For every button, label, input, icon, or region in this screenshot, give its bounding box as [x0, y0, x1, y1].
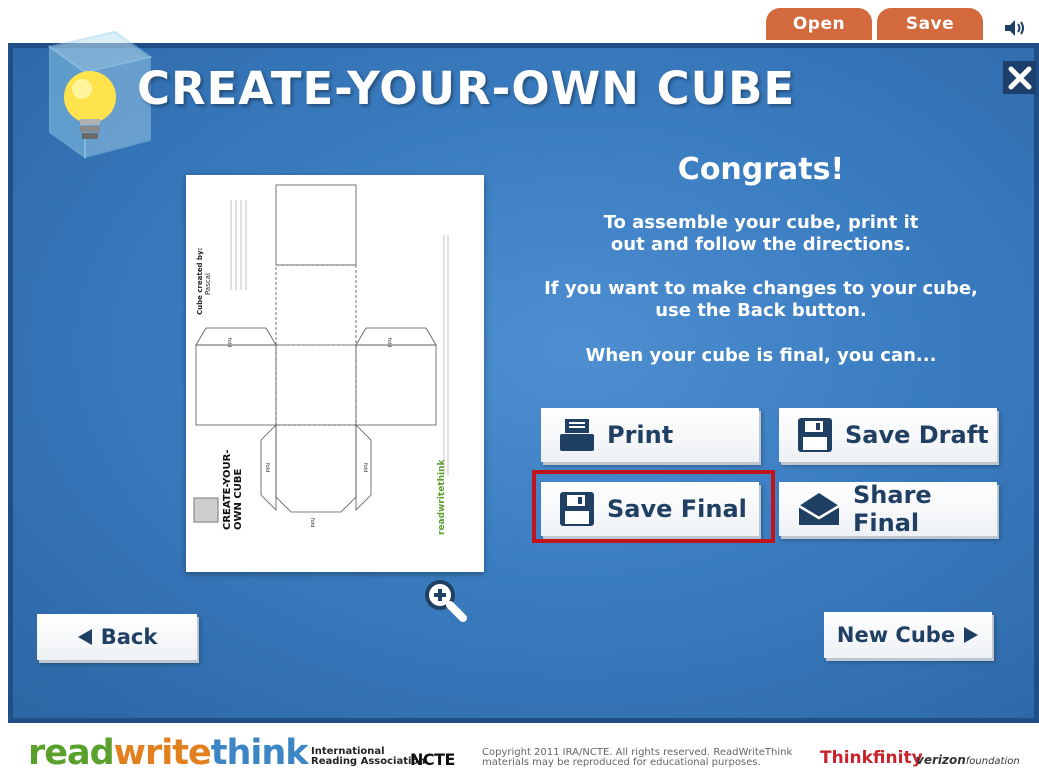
- floppy-disk-icon: [798, 418, 832, 452]
- close-icon: [1008, 66, 1031, 89]
- envelope-icon: [798, 493, 840, 525]
- open-tab[interactable]: Open: [766, 8, 872, 40]
- new-cube-button[interactable]: New Cube: [824, 612, 992, 658]
- footer: readwritethink International Reading Ass…: [0, 727, 1039, 773]
- fold-label: fold: [309, 518, 315, 527]
- arrow-right-icon: [964, 627, 979, 643]
- share-final-label: Share Final: [853, 481, 932, 537]
- share-final-button[interactable]: Share Final: [779, 481, 997, 537]
- zoom-in-icon[interactable]: [423, 578, 467, 622]
- copyright-line2: materials may be reproduced for educatio…: [482, 757, 761, 768]
- page-title: CREATE-YOUR-OWN CUBE: [137, 62, 796, 115]
- thinkfinity-logo[interactable]: Thinkfinity: [820, 748, 923, 768]
- copyright-text: Copyright 2011 IRA/NCTE. All rights rese…: [482, 748, 792, 768]
- readwritethink-logo[interactable]: readwritethink: [28, 733, 309, 773]
- cube-preview: fold fold fold fold fold Cube created by…: [186, 175, 484, 572]
- fold-label: fold: [226, 338, 232, 347]
- preview-title-line2: OWN CUBE: [233, 469, 244, 530]
- instruction-print-line2: out and follow the directions.: [610, 234, 912, 255]
- instruction-print: To assemble your cube, print it out and …: [541, 212, 981, 256]
- instruction-final: When your cube is final, you can...: [585, 345, 937, 366]
- verizon-foundation-logo[interactable]: verizonfoundation: [916, 753, 1020, 767]
- congrats-heading: Congrats!: [677, 152, 845, 187]
- printer-icon: [560, 419, 594, 451]
- logo-read: read: [28, 733, 115, 773]
- close-button[interactable]: [1003, 61, 1036, 94]
- instruction-back: If you want to make changes to your cube…: [541, 278, 981, 322]
- fold-label: fold: [386, 338, 392, 347]
- foundation-text: foundation: [965, 756, 1020, 767]
- save-tab[interactable]: Save: [877, 8, 983, 40]
- instruction-print-line1: To assemble your cube, print it: [603, 212, 919, 233]
- author-name: Pascal: [204, 273, 212, 295]
- created-by-label: Cube created by:: [196, 247, 204, 315]
- verizon-text: verizon: [916, 753, 966, 767]
- preview-brand: readwritethink: [437, 458, 447, 535]
- new-cube-label: New Cube: [836, 623, 956, 647]
- instruction-back-line1: If you want to make changes to your cube…: [544, 278, 978, 299]
- fold-label: fold: [264, 463, 270, 472]
- print-button[interactable]: Print: [541, 408, 759, 462]
- fold-label: fold: [362, 463, 368, 472]
- logo-think: think: [210, 733, 309, 773]
- back-button[interactable]: Back: [37, 614, 197, 660]
- preview-title-line1: CREATE-YOUR-: [222, 449, 233, 530]
- save-final-highlight: [532, 470, 775, 543]
- back-label: Back: [100, 625, 158, 649]
- arrow-left-icon: [77, 629, 92, 645]
- ira-logo[interactable]: International Reading Association: [295, 747, 425, 767]
- ncte-logo[interactable]: NCTE: [410, 750, 455, 769]
- save-draft-button[interactable]: Save Draft: [779, 408, 997, 462]
- save-draft-label: Save Draft: [845, 421, 989, 449]
- print-label: Print: [607, 421, 674, 449]
- instruction-back-line2: use the Back button.: [655, 300, 867, 321]
- logo-write: write: [113, 733, 212, 773]
- ira-line2: Reading Association: [311, 756, 426, 767]
- speaker-icon[interactable]: [1003, 18, 1027, 38]
